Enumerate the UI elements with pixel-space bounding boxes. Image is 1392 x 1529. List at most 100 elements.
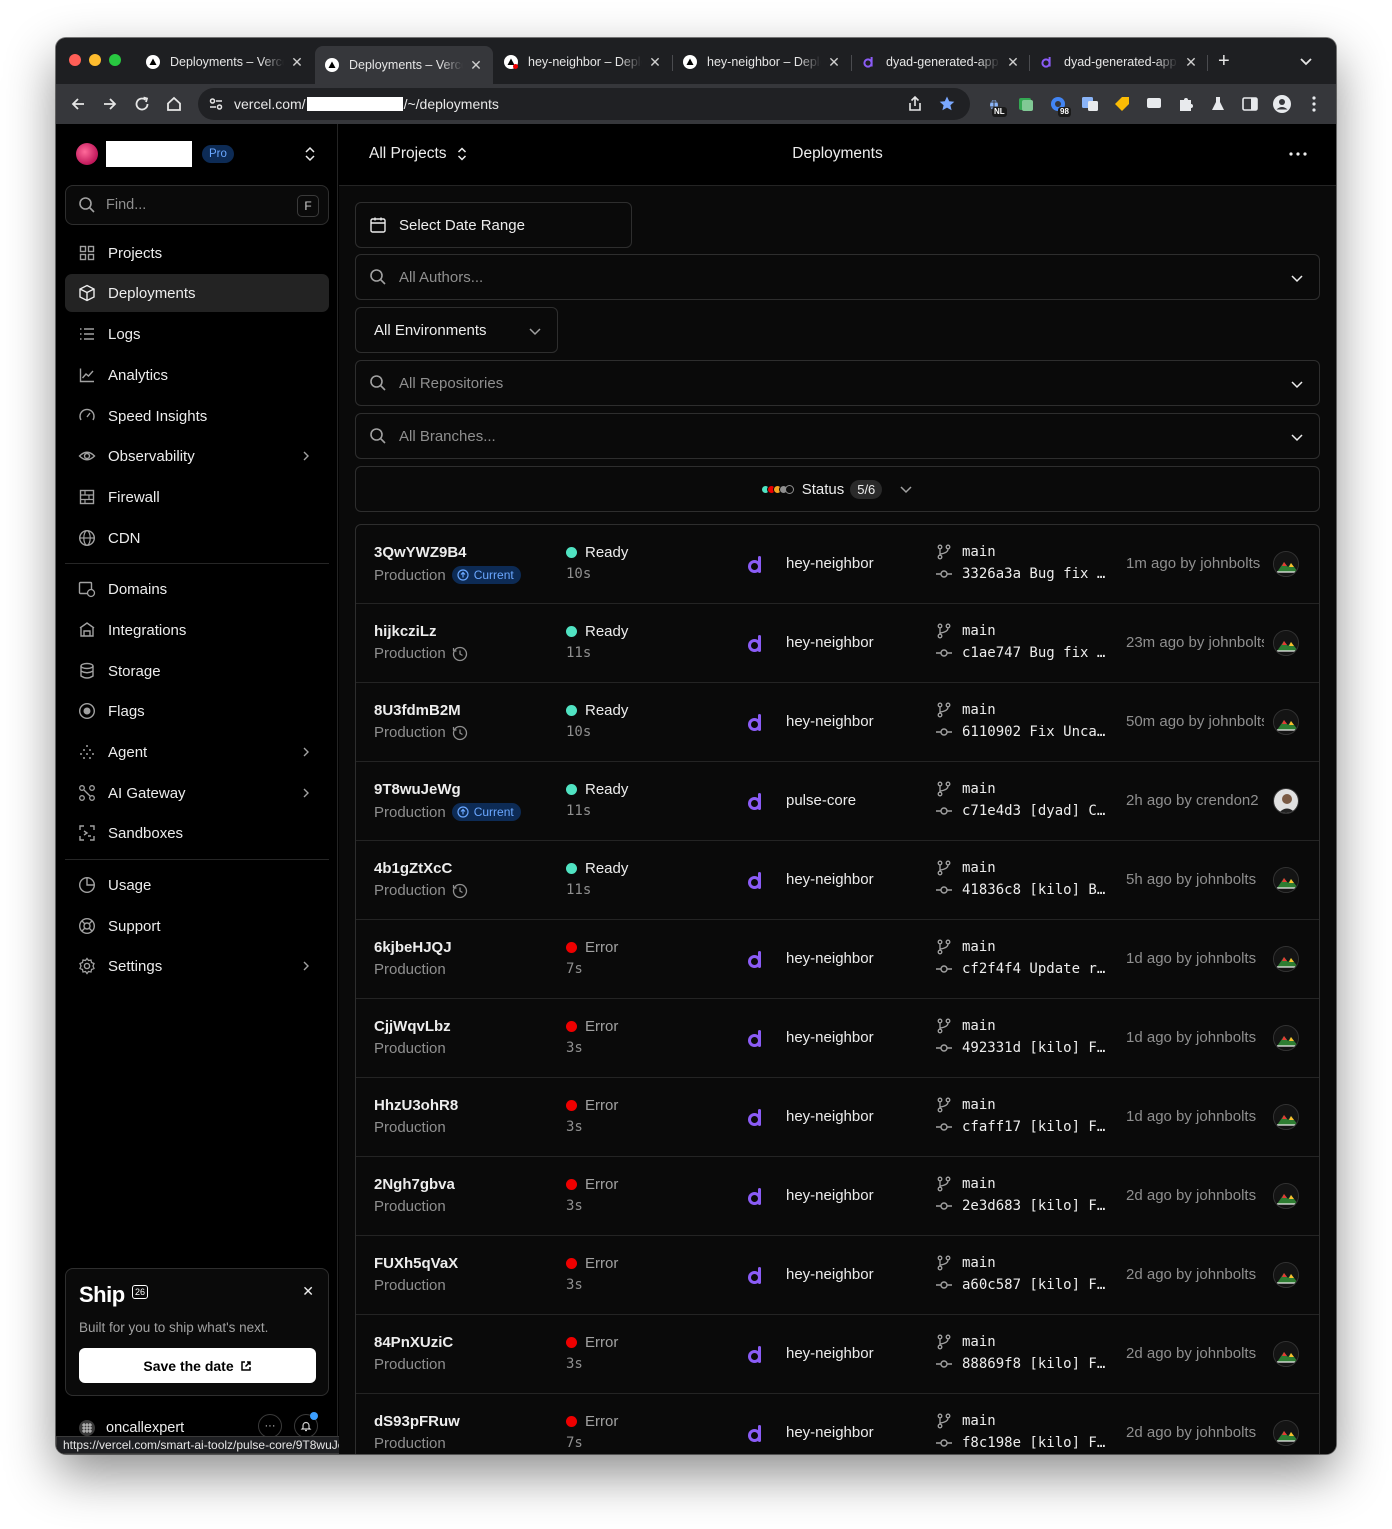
close-tab-icon[interactable]: ✕ [648,54,662,71]
maximize-window-button[interactable] [109,54,121,66]
project-name[interactable]: hey-neighbor [786,1187,874,1204]
date-range-button[interactable]: Select Date Range [355,202,632,248]
git-branch[interactable]: main [936,1413,996,1429]
close-tab-icon[interactable]: ✕ [469,57,483,74]
git-commit[interactable]: 88869f8 [kilo] Feat... [936,1356,1112,1372]
deployment-id[interactable]: 6kjbeHJQJ [374,939,452,956]
git-branch[interactable]: main [936,1097,996,1113]
labs-flask-icon[interactable] [1208,94,1228,114]
git-branch[interactable]: main [936,1176,996,1192]
save-the-date-button[interactable]: Save the date [79,1348,316,1383]
url-bar[interactable]: vercel.com/ /~/deployments [198,88,970,120]
new-tab-button[interactable]: + [1218,51,1230,71]
author-avatar[interactable] [1273,709,1299,735]
browser-tab[interactable]: Deployments – Vercel ✕ [136,46,314,78]
deployment-row[interactable]: dS93pFRuw Production Error 7s hey-neighbor ma… [356,1394,1319,1454]
deployment-row[interactable]: 84PnXUziC Production Error 3s hey-neighbor ma… [356,1315,1319,1394]
project-picker[interactable]: All Projects [369,145,469,163]
deployment-id[interactable]: CjjWqvLbz [374,1018,451,1035]
authors-filter[interactable]: All Authors... [355,254,1320,300]
more-horizontal-icon[interactable] [1286,144,1310,164]
translate-icon[interactable] [1080,94,1100,114]
sidebar-item-integrations[interactable]: Integrations [65,611,329,649]
project-name[interactable]: hey-neighbor [786,713,874,730]
author-avatar[interactable] [1273,1420,1299,1446]
deployment-id[interactable]: 4b1gZtXcC [374,860,452,877]
project-name[interactable]: hey-neighbor [786,950,874,967]
author-avatar[interactable] [1273,630,1299,656]
browser-tab[interactable]: dyad-generated-app ✕ [852,46,1030,78]
deployment-id[interactable]: hijkcziLz [374,623,437,640]
extension-counter-icon[interactable]: 98 [1048,94,1071,117]
sidebar-item-support[interactable]: Support [65,907,329,945]
deployment-row[interactable]: 6kjbeHJQJ Production Error 7s hey-neighbor ma… [356,920,1319,999]
more-options-button[interactable]: ··· [258,1414,282,1438]
project-name[interactable]: hey-neighbor [786,1345,874,1362]
deployment-row[interactable]: HhzU3ohR8 Production Error 3s hey-neighbor ma… [356,1078,1319,1157]
team-switcher[interactable]: Pro [76,141,324,167]
site-settings-icon[interactable] [206,94,226,114]
tab-search-icon[interactable] [1298,53,1314,69]
git-branch[interactable]: main [936,1018,996,1034]
project-name[interactable]: hey-neighbor [786,634,874,651]
side-panel-icon[interactable] [1240,94,1260,114]
find-input[interactable]: Find... F [65,185,329,225]
git-commit[interactable]: c1ae747 Bug fix - ... [936,645,1112,661]
repositories-filter[interactable]: All Repositories [355,360,1320,406]
deployment-id[interactable]: 84PnXUziC [374,1334,453,1351]
author-avatar[interactable] [1273,946,1299,972]
profile-icon[interactable] [1272,94,1292,114]
close-tab-icon[interactable]: ✕ [1006,54,1020,71]
sidebar-item-deployments[interactable]: Deployments [65,274,329,312]
project-name[interactable]: hey-neighbor [786,1424,874,1441]
reload-icon[interactable] [132,94,152,114]
minimize-window-button[interactable] [89,54,101,66]
project-name[interactable]: hey-neighbor [786,1029,874,1046]
sidebar-item-cdn[interactable]: CDN [65,519,329,557]
sidebar-item-ai-gateway[interactable]: AI Gateway [65,774,329,812]
project-name[interactable]: pulse-core [786,792,856,809]
author-avatar[interactable] [1273,1262,1299,1288]
extensions-puzzle-icon[interactable] [1176,94,1196,114]
deployment-row[interactable]: 9T8wuJeWg Production Current Ready 11s pulse-… [356,762,1319,841]
project-name[interactable]: hey-neighbor [786,871,874,888]
git-commit[interactable]: 2e3d683 [kilo] Feat... [936,1198,1112,1214]
project-name[interactable]: hey-neighbor [786,555,874,572]
sidebar-item-usage[interactable]: Usage [65,866,329,904]
deployment-id[interactable]: 3QwYWZ9B4 [374,544,467,561]
git-branch[interactable]: main [936,623,996,639]
git-branch[interactable]: main [936,939,996,955]
status-filter[interactable]: Status 5/6 [355,466,1320,512]
branches-filter[interactable]: All Branches... [355,413,1320,459]
environments-select[interactable]: All Environments [355,307,558,353]
deployment-id[interactable]: 8U3fdmB2M [374,702,461,719]
git-branch[interactable]: main [936,1334,996,1350]
git-commit[interactable]: c71e4d3 [dyad] Co... [936,803,1112,819]
author-avatar[interactable] [1273,867,1299,893]
author-avatar[interactable] [1273,1183,1299,1209]
sidebar-item-storage[interactable]: Storage [65,652,329,690]
sidebar-item-speed-insights[interactable]: Speed Insights [65,397,329,435]
deployment-row[interactable]: FUXh5qVaX Production Error 3s hey-neighbor ma… [356,1236,1319,1315]
deployment-row[interactable]: 8U3fdmB2M Production Ready 10s hey-neighbor m… [356,683,1319,762]
bookmark-star-icon[interactable] [938,95,956,113]
extension-chat-icon[interactable] [1144,94,1164,114]
sidebar-item-analytics[interactable]: Analytics [65,356,329,394]
sidebar-item-projects[interactable]: Projects [65,234,329,272]
git-branch[interactable]: main [936,544,996,560]
git-commit[interactable]: cf2f4f4 Update re... [936,961,1112,977]
git-branch[interactable]: main [936,702,996,718]
sidebar-item-sandboxes[interactable]: Sandboxes [65,814,329,852]
git-commit[interactable]: 6110902 Fix Uncau... [936,724,1112,740]
back-icon[interactable] [68,94,88,114]
browser-tab-active[interactable]: Deployments – Vercel ✕ [315,46,493,84]
deployment-row[interactable]: 2Ngh7gbva Production Error 3s hey-neighbor ma… [356,1157,1319,1236]
git-commit[interactable]: cfaff17 [kilo] Fix ... [936,1119,1112,1135]
close-tab-icon[interactable]: ✕ [1184,54,1198,71]
git-branch[interactable]: main [936,781,996,797]
deployment-id[interactable]: 9T8wuJeWg [374,781,461,798]
author-avatar[interactable] [1273,1025,1299,1051]
sidebar-item-observability[interactable]: Observability [65,437,329,475]
author-avatar[interactable] [1273,1341,1299,1367]
git-commit[interactable]: 41836c8 [kilo] Bug ... [936,882,1112,898]
